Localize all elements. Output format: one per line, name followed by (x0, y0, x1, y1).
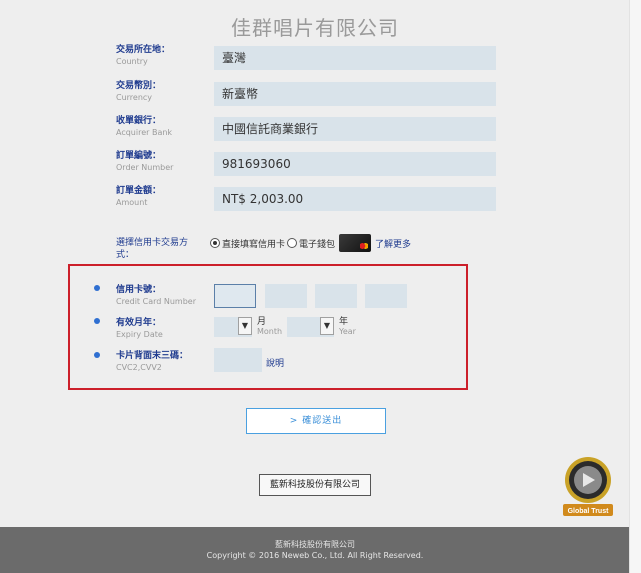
payment-method-label: 選擇信用卡交易方式： (116, 238, 189, 260)
month-unit: 月 Month (257, 317, 282, 337)
mastercard-icon (339, 234, 372, 252)
card-number-label-en: Credit Card Number (116, 297, 196, 306)
radio-e-wallet[interactable] (287, 238, 298, 248)
payment-page: 佳群唱片有限公司 交易所在地： Country 臺灣 交易幣別： Currenc… (0, 0, 630, 573)
radio-direct-card[interactable] (210, 238, 220, 248)
card-number-input-4[interactable] (365, 284, 407, 308)
year-unit-en: Year (339, 327, 356, 336)
order-number-label-en: Order Number (116, 163, 174, 172)
month-unit-zh: 月 (257, 317, 267, 327)
footer-company: 藍新科技股份有限公司 (275, 540, 355, 549)
company-button[interactable]: 藍新科技股份有限公司 (259, 474, 371, 496)
country-label: 交易所在地： Country (116, 45, 211, 67)
footer: 藍新科技股份有限公司 Copyright © 2016 Neweb Co., L… (0, 527, 630, 573)
currency-label-zh: 交易幣別： (116, 81, 162, 91)
country-value: 臺灣 (214, 46, 496, 70)
order-number-value: 981693060 (214, 152, 496, 176)
radio-e-wallet-label[interactable]: 電子錢包 (299, 237, 335, 250)
acquirer-value: 中國信託商業銀行 (214, 117, 496, 141)
cvc-label-zh: 卡片背面末三碼： (116, 351, 189, 361)
expiry-label-en: Expiry Date (116, 330, 163, 339)
card-number-input-1[interactable] (214, 284, 256, 308)
learn-more-link[interactable]: 了解更多 (375, 237, 411, 250)
expiry-month-select[interactable]: ▼ (214, 317, 252, 337)
country-label-en: Country (116, 57, 148, 66)
amount-label: 訂單金額： Amount (116, 186, 211, 208)
amount-value: NT$ 2,003.00 (214, 187, 496, 211)
trust-seal-icon[interactable]: Global Trust (561, 456, 615, 518)
bullet-cvc (94, 352, 100, 358)
card-number-label-zh: 信用卡號： (116, 285, 162, 295)
card-number-input-3[interactable] (315, 284, 357, 308)
currency-label-en: Currency (116, 93, 153, 102)
merchant-title: 佳群唱片有限公司 (231, 16, 399, 40)
amount-label-zh: 訂單金額： (116, 186, 162, 196)
acquirer-label-zh: 收單銀行： (116, 116, 162, 126)
bullet-expiry (94, 318, 100, 324)
vertical-scrollbar[interactable] (629, 0, 641, 573)
expiry-label-zh: 有效月年： (116, 318, 162, 328)
cvc-explain-link[interactable]: 說明 (266, 356, 284, 369)
submit-button[interactable]: > 確認送出 (246, 408, 386, 434)
expiry-year-select[interactable]: ▼ (287, 317, 334, 337)
footer-copyright: Copyright © 2016 Neweb Co., Ltd. All Rig… (206, 551, 424, 560)
order-number-label-zh: 訂單編號： (116, 151, 162, 161)
chevron-down-icon: ▼ (238, 317, 252, 335)
bullet-card-number (94, 285, 100, 291)
acquirer-label-en: Acquirer Bank (116, 128, 173, 137)
year-unit-zh: 年 (339, 317, 349, 327)
payment-method-options: 直接填寫信用卡 電子錢包 了解更多 (210, 234, 411, 252)
amount-label-en: Amount (116, 198, 148, 207)
currency-value: 新臺幣 (214, 82, 496, 106)
cvc-label: 卡片背面末三碼： CVC2,CVV2 (116, 351, 211, 373)
seal-text: Global Trust (568, 508, 610, 515)
expiry-label: 有效月年： Expiry Date (116, 318, 211, 340)
country-label-zh: 交易所在地： (116, 45, 171, 55)
cvc-input[interactable] (214, 348, 262, 372)
month-unit-en: Month (257, 327, 283, 336)
card-number-label: 信用卡號： Credit Card Number (116, 285, 211, 307)
radio-direct-card-label[interactable]: 直接填寫信用卡 (222, 237, 285, 250)
chevron-down-icon: ▼ (320, 317, 334, 335)
acquirer-label: 收單銀行： Acquirer Bank (116, 116, 211, 138)
currency-label: 交易幣別： Currency (116, 81, 211, 103)
year-unit: 年 Year (339, 317, 356, 337)
card-number-input-2[interactable] (265, 284, 307, 308)
cvc-label-en: CVC2,CVV2 (116, 363, 162, 372)
order-number-label: 訂單編號： Order Number (116, 151, 211, 173)
